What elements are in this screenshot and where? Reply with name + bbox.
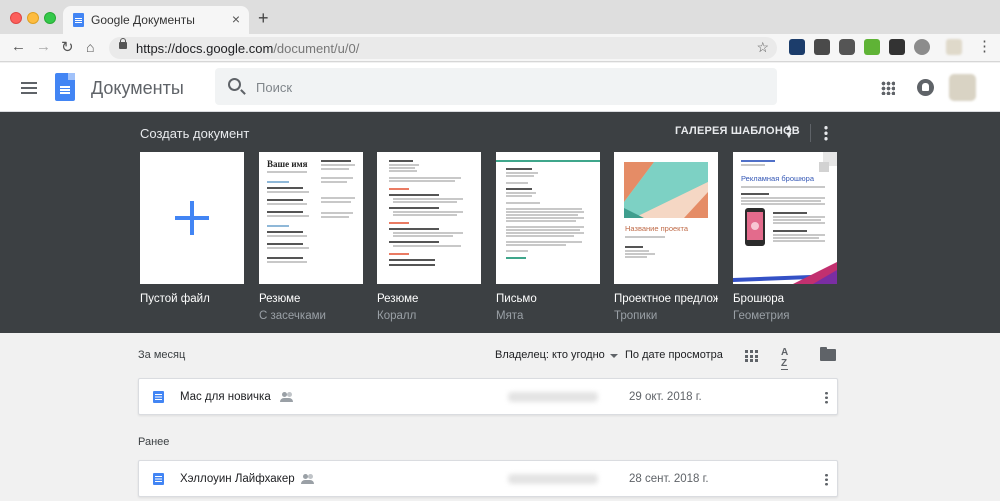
more-vert-icon[interactable] (824, 125, 828, 141)
folder-icon[interactable] (820, 347, 836, 361)
project-cover-image (624, 162, 708, 218)
brochure-footer-shapes (733, 262, 837, 284)
template-name: Резюме (259, 293, 301, 305)
doc-date: 29 окт. 2018 г. (629, 391, 702, 403)
table-row[interactable]: Хэллоуин Лайфхакер 28 сент. 2018 г. (138, 460, 838, 497)
screenshot-extension-icon[interactable] (889, 39, 905, 55)
template-subtitle: С засечками (259, 310, 326, 322)
template-thumbnail[interactable]: Название проекта (614, 152, 718, 284)
tab-title: Google Документы (91, 13, 195, 27)
shared-people-icon (280, 392, 293, 402)
template-thumbnail[interactable] (140, 152, 244, 284)
doc-name[interactable]: Mac для новичка (180, 391, 271, 403)
template-resume-serif[interactable]: Ваше имя Резюме С засечками (259, 152, 363, 322)
template-name: Брошюра (733, 293, 784, 305)
avatar[interactable] (949, 74, 976, 101)
template-project-tropic[interactable]: Название проекта Проектное предложение Т… (614, 152, 718, 322)
template-thumbnail[interactable] (496, 152, 600, 284)
docs-logo-icon[interactable] (55, 73, 75, 101)
doc-file-icon (153, 473, 164, 485)
thumb-title: Название проекта (625, 224, 689, 233)
owner-filter-dropdown[interactable]: Владелец: кто угодно (495, 349, 605, 361)
section-title: За месяц (138, 349, 186, 361)
shared-people-icon (301, 474, 314, 484)
template-thumbnail[interactable]: Рекламная брошюра (733, 152, 837, 284)
divider (810, 124, 811, 142)
browser-menu-icon[interactable]: ⋮ (977, 37, 992, 55)
more-vert-icon[interactable] (825, 391, 828, 404)
hamburger-icon[interactable] (21, 82, 37, 84)
address-bar[interactable]: https://docs.google.com/document/u/0/ ☆ (109, 37, 777, 59)
search-icon[interactable] (228, 78, 241, 91)
doc-file-icon (153, 391, 164, 403)
template-subtitle: Мята (496, 310, 524, 322)
minimize-window-button[interactable] (27, 12, 39, 24)
template-subtitle: Коралл (377, 310, 417, 322)
phone-image (745, 208, 765, 246)
back-arrow-icon[interactable]: ← (11, 38, 26, 55)
globe-extension-icon[interactable] (914, 39, 930, 55)
template-name: Резюме (377, 293, 419, 305)
section-title: Ранее (138, 436, 170, 448)
tab-close-icon[interactable]: × (232, 11, 240, 27)
url-text: https://docs.google.com/document/u/0/ (136, 41, 360, 56)
grid-view-icon[interactable] (745, 350, 758, 362)
maximize-window-button[interactable] (44, 12, 56, 24)
doc-name[interactable]: Хэллоуин Лайфхакер (180, 473, 295, 485)
table-row[interactable]: Mac для новичка 29 окт. 2018 г. (138, 378, 838, 415)
search-box[interactable] (215, 68, 777, 105)
bookmark-star-icon[interactable]: ☆ (756, 39, 769, 56)
template-name: Письмо (496, 293, 537, 305)
extension-ad-icon[interactable] (814, 39, 830, 55)
thumb-title: Рекламная брошюра (741, 174, 814, 183)
app-title[interactable]: Документы (91, 78, 184, 99)
unfold-more-icon[interactable]: ▲ ▼ (784, 123, 794, 141)
close-window-button[interactable] (10, 12, 22, 24)
more-vert-icon[interactable] (825, 473, 828, 486)
templates-heading: Создать документ (140, 126, 250, 141)
search-input[interactable] (256, 77, 756, 97)
extension-v-icon[interactable] (789, 39, 805, 55)
apps-grid-icon[interactable] (881, 81, 895, 95)
template-letter-mint[interactable]: Письмо Мята (496, 152, 600, 322)
template-brochure-geometric[interactable]: Рекламная брошюра Брошюра Геометрия (733, 152, 837, 322)
browser-toolbar: ← → ↻ ⌂ https://docs.google.com/document… (0, 34, 1000, 62)
chevron-down-icon[interactable] (610, 354, 618, 358)
reload-icon[interactable]: ↻ (61, 38, 74, 56)
lock-icon (119, 38, 127, 49)
template-subtitle: Геометрия (733, 310, 790, 322)
template-gallery-button[interactable]: ГАЛЕРЕЯ ШАБЛОНОВ (675, 125, 800, 137)
template-name: Проектное предложение (614, 293, 718, 305)
pocket-icon[interactable] (839, 39, 855, 55)
doc-date: 28 сент. 2018 г. (629, 473, 709, 485)
thumb-title: Ваше имя (267, 159, 308, 169)
forward-arrow-icon[interactable]: → (36, 38, 51, 55)
new-tab-button[interactable]: + (258, 8, 269, 29)
bell-icon[interactable] (917, 79, 934, 96)
browser-tab[interactable]: Google Документы × (63, 6, 249, 34)
template-gallery: Создать документ ГАЛЕРЕЯ ШАБЛОНОВ ▲ ▼ Пус… (0, 112, 1000, 333)
download-extension-icon[interactable] (864, 39, 880, 55)
docs-header: Документы (0, 63, 1000, 112)
docs-favicon-icon (73, 13, 84, 27)
profile-avatar[interactable] (946, 39, 962, 55)
template-resume-coral[interactable]: Резюме Коралл (377, 152, 481, 322)
template-thumbnail[interactable]: Ваше имя (259, 152, 363, 284)
sort-az-icon[interactable]: AZ (781, 347, 789, 370)
template-blank[interactable]: Пустой файл (140, 152, 244, 310)
owner-name-redacted (508, 392, 598, 402)
sort-label[interactable]: По дате просмотра (625, 349, 723, 361)
template-thumbnail[interactable] (377, 152, 481, 284)
owner-name-redacted (508, 474, 598, 484)
template-subtitle: Тропики (614, 310, 658, 322)
browser-tab-bar: Google Документы × + (0, 0, 1000, 34)
template-name: Пустой файл (140, 293, 210, 305)
home-icon[interactable]: ⌂ (86, 39, 94, 55)
